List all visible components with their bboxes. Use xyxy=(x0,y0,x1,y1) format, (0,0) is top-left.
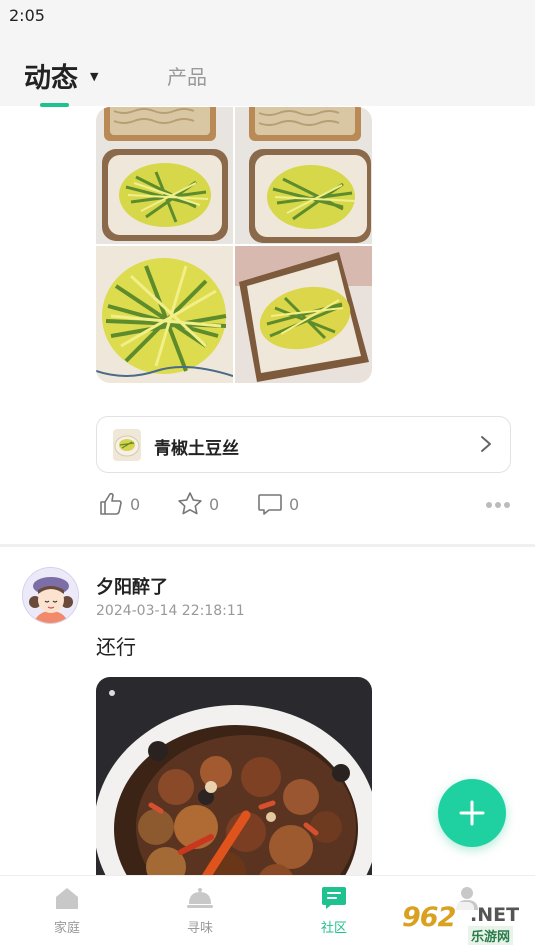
header: 动态 ▼ 产品 xyxy=(0,32,535,107)
nav-label-taste: 寻味 xyxy=(186,921,213,936)
favorite-button[interactable]: 0 xyxy=(177,491,219,517)
post-timestamp: 2024-03-14 22:18:11 xyxy=(96,603,245,619)
post-photo-grid xyxy=(96,107,372,383)
watermark-number: 962 xyxy=(402,902,456,933)
post-photo[interactable] xyxy=(96,107,233,244)
nav-label-home: 家庭 xyxy=(53,921,80,936)
post-photo[interactable] xyxy=(96,677,372,875)
recipe-name: 青椒土豆丝 xyxy=(154,439,239,459)
plus-icon xyxy=(459,800,485,826)
favorite-count: 0 xyxy=(209,494,220,514)
comment-button[interactable]: 0 xyxy=(257,491,299,517)
comment-icon xyxy=(258,494,282,515)
avatar[interactable] xyxy=(22,567,79,624)
cloche-icon xyxy=(187,888,213,908)
nav-item-home[interactable]: 家庭 xyxy=(32,884,102,944)
star-icon xyxy=(178,492,202,515)
caret-down-icon[interactable]: ▼ xyxy=(90,70,98,83)
chat-icon xyxy=(322,887,346,909)
post-photo[interactable] xyxy=(235,107,372,244)
add-post-button[interactable] xyxy=(438,779,506,847)
chevron-right-icon xyxy=(481,436,491,452)
watermark-net: .NET xyxy=(470,904,520,926)
like-count: 0 xyxy=(130,494,141,514)
recipe-thumbnail xyxy=(113,429,141,461)
post-photo[interactable] xyxy=(235,246,372,383)
watermark-site: 乐游网 xyxy=(468,926,514,945)
post-username[interactable]: 夕阳醉了 xyxy=(96,573,168,599)
status-time: 2:05 xyxy=(9,6,45,25)
home-icon xyxy=(56,888,78,909)
comment-count: 0 xyxy=(289,494,300,514)
nav-item-community[interactable]: 社区 xyxy=(299,884,369,944)
status-bar: 2:05 xyxy=(0,0,535,32)
post-divider xyxy=(0,544,535,547)
tab-product[interactable]: 产品 xyxy=(167,61,207,90)
tab-dynamic[interactable]: 动态 xyxy=(24,56,78,95)
site-watermark: 962 .NET 乐游网 xyxy=(396,896,530,946)
nav-label-community: 社区 xyxy=(320,921,347,936)
like-button[interactable]: 0 xyxy=(98,491,140,517)
post-text: 还行 xyxy=(96,635,136,659)
feed[interactable]: 青椒土豆丝 0 0 0 夕阳醉了 2024-03-14 22:18:11 还行 xyxy=(0,106,535,875)
post-photo[interactable] xyxy=(96,246,233,383)
nav-item-taste[interactable]: 寻味 xyxy=(165,884,235,944)
thumbs-up-icon xyxy=(100,492,122,515)
recipe-link-card[interactable]: 青椒土豆丝 xyxy=(96,416,511,473)
more-icon[interactable] xyxy=(485,501,511,509)
